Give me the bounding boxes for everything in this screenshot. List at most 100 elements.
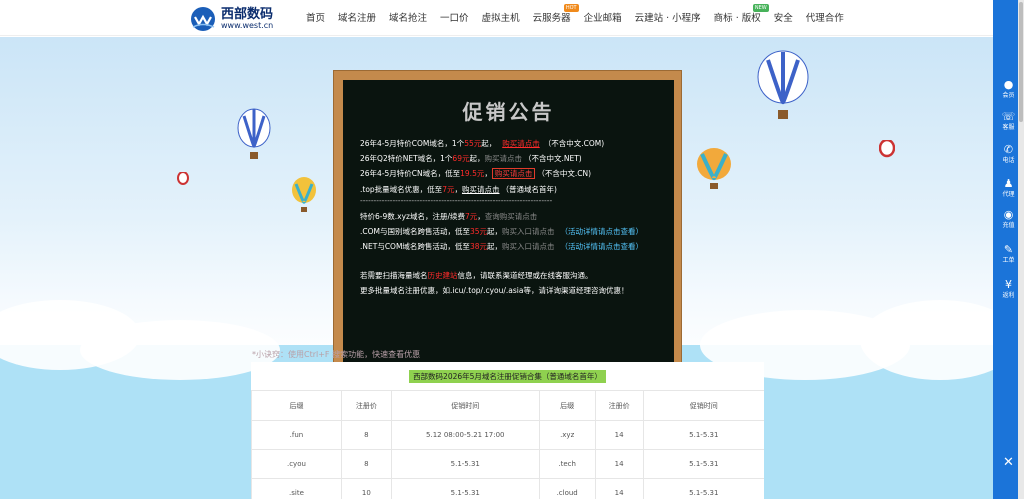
buy-link[interactable]: 购买请点击: [502, 139, 540, 148]
hot-air-balloon-icon: [697, 148, 731, 189]
col-header: 促销时间: [390, 390, 540, 421]
nav-item[interactable]: 企业邮箱: [584, 10, 622, 26]
price: 7元: [464, 212, 478, 221]
table-cell: 5.1-5.31: [390, 449, 540, 479]
col-header: 促销时间: [642, 390, 764, 421]
nav-badge: HOT: [563, 4, 579, 12]
buy-entry-link[interactable]: 购买入口请点击: [502, 242, 555, 251]
table-cell: .fun: [251, 420, 342, 450]
activity-detail-link[interactable]: （活动详情请点击查看）: [560, 242, 643, 251]
nav-label: 虚拟主机: [481, 13, 520, 24]
notice-text: .COM与国别域名跨售活动，低至: [360, 227, 470, 236]
notice-line-com-cross: .COM与国别域名跨售活动，低至35元起，购买入口请点击 （活动详情请点击查看）: [360, 226, 643, 237]
nav-item[interactable]: 一口价: [440, 10, 469, 26]
main-nav: 首页 域名注册 域名抢注 一口价 虚拟主机 云服务器 HOT 企业邮箱 云建站 · 小程序 商标 …: [306, 4, 857, 26]
buy-entry-link[interactable]: 购买入口请点击: [502, 227, 555, 236]
notice-text: ，: [484, 169, 492, 178]
table-cell: 5.1-5.31: [642, 449, 764, 479]
price: 38元: [469, 242, 487, 251]
notice-text: 特价6-9数.xyz域名，注册/续费: [360, 212, 465, 221]
nav-item[interactable]: 代理合作: [806, 10, 844, 26]
table-cell: 14: [594, 478, 644, 499]
nav-item[interactable]: 首页: [306, 10, 325, 26]
nav-label: 云服务器: [532, 13, 571, 24]
logo-name: 西部数码: [221, 7, 274, 22]
buy-link[interactable]: 购买请点击: [462, 185, 500, 194]
table-cell: .cyou: [251, 449, 342, 479]
nav-item[interactable]: 云服务器 HOT: [532, 4, 579, 26]
notice-line-cn: 26年4-5月特价CN域名，低至19.5元， 购买请点击 （不含中文.CN): [360, 168, 591, 179]
notice-text: .top批量域名优惠，低至: [360, 185, 443, 194]
promotion-notice-board: 促销公告 26年4-5月特价COM域名，1个55元起， 购买请点击 （不含中文.CO…: [333, 70, 682, 372]
chalkboard: 促销公告 26年4-5月特价COM域名，1个55元起， 购买请点击 （不含中文.CO…: [343, 80, 674, 370]
notice-text: ，: [454, 185, 462, 194]
table-row: .site 10 5.1-5.31 .cloud 14 5.1-5.31: [251, 478, 764, 499]
price: 69元: [452, 154, 470, 163]
table-cell: 5.12 08:00-5.21 17:00: [390, 420, 540, 450]
price: 7元: [442, 185, 455, 194]
notice-text: 起，: [487, 227, 503, 236]
notice-text: .NET与COM域名跨售活动，低至: [360, 242, 470, 251]
notice-note: （不含中文.NET): [523, 154, 582, 163]
nav-label: 首页: [306, 13, 326, 24]
table-cell: 5.1-5.31: [390, 478, 540, 499]
notice-text: 起，: [481, 139, 497, 148]
logo-url: www.west.cn: [221, 21, 274, 30]
hot-air-balloon-icon: [879, 140, 895, 158]
notice-text: 起，: [486, 242, 502, 251]
buy-link[interactable]: 购买请点击: [484, 154, 522, 163]
notice-line-bulk: 更多批量域名注册优惠，如.icu/.top/.cyou/.asia等，请详询渠道…: [360, 286, 629, 295]
notice-divider: ----------------------------------------…: [360, 196, 553, 205]
notice-line-com: 26年4-5月特价COM域名，1个55元起， 购买请点击 （不含中文.COM): [360, 138, 604, 149]
promo-header: 西部数码2026年5月域名注册促销合集（普通域名首年）: [251, 370, 764, 383]
table-cell: .xyz: [538, 420, 596, 450]
nav-item[interactable]: 域名注册: [338, 10, 376, 26]
buy-link-highlighted[interactable]: 购买请点击: [491, 168, 536, 179]
table-row: .cyou 8 5.1-5.31 .tech 14 5.1-5.31: [251, 449, 764, 479]
notice-text: 若需要扫描海量域名: [360, 271, 428, 280]
table-cell: .tech: [538, 449, 596, 479]
notice-text: 26年4-5月特价CN域名，低至: [360, 169, 461, 178]
table-cell: .cloud: [538, 478, 596, 499]
notice-note: （不含中文.CN): [537, 169, 592, 178]
price: 35元: [470, 227, 488, 236]
hot-air-balloon-icon: [237, 108, 271, 159]
nav-label: 企业邮箱: [583, 13, 622, 24]
notice-text: 26年Q2特价NET域名，1个: [360, 154, 453, 163]
logo-mark-icon: [191, 7, 215, 31]
nav-label: 安全: [773, 13, 793, 24]
nav-item[interactable]: 商标 · 版权 NEW: [713, 4, 769, 26]
table-cell: .site: [251, 478, 342, 499]
cloud-decoration: [80, 320, 280, 380]
notice-note: （不含中文.COM): [543, 139, 605, 148]
nav-label: 一口价: [440, 13, 469, 24]
table-cell: 5.1-5.31: [642, 478, 764, 499]
nav-badge: NEW: [752, 4, 769, 12]
promo-table-card: 西部数码2026年5月域名注册促销合集（普通域名首年） 后缀 注册价 促销时间 …: [251, 362, 764, 499]
notice-line-xyz: 特价6-9数.xyz域名，注册/续费7元，查询购买请点击: [360, 211, 537, 222]
nav-item[interactable]: 云建站 · 小程序: [635, 10, 701, 26]
price: 19.5元: [460, 169, 485, 178]
notice-line-net: 26年Q2特价NET域名，1个69元起，购买请点击 （不含中文.NET): [360, 153, 582, 164]
nav-label: 代理合作: [805, 13, 844, 24]
nav-item[interactable]: 安全: [774, 10, 793, 26]
nav-label: 域名抢注: [389, 13, 428, 24]
notice-text: 信息，请联系渠道经理或在线客服沟通。: [457, 271, 593, 280]
notice-line-top: .top批量域名优惠，低至7元，购买请点击 （普通域名首年): [360, 184, 557, 195]
table-cell: 14: [594, 420, 644, 450]
site-logo[interactable]: 西部数码 www.west.cn: [190, 6, 285, 32]
nav-item[interactable]: 域名抢注: [389, 10, 427, 26]
price: 55元: [464, 139, 482, 148]
activity-detail-link[interactable]: （活动详情请点击查看）: [561, 227, 644, 236]
nav-item[interactable]: 虚拟主机: [482, 10, 520, 26]
promo-table: 后缀 注册价 促销时间 后缀 注册价 促销时间 .fun 8 5.12 08:0…: [251, 390, 764, 499]
scrollbar-thumb[interactable]: [1019, 2, 1023, 122]
table-cell: 14: [594, 449, 644, 479]
query-buy-link[interactable]: 查询购买请点击: [485, 212, 538, 221]
hot-air-balloon-icon: [177, 172, 189, 185]
col-header: 注册价: [340, 390, 392, 421]
notice-line-scan: 若需要扫描海量域名历史建站信息，请联系渠道经理或在线客服沟通。: [360, 270, 593, 281]
vertical-scrollbar[interactable]: [1018, 0, 1024, 499]
hot-air-balloon-icon: [757, 50, 809, 119]
nav-label: 商标 · 版权: [713, 13, 761, 24]
